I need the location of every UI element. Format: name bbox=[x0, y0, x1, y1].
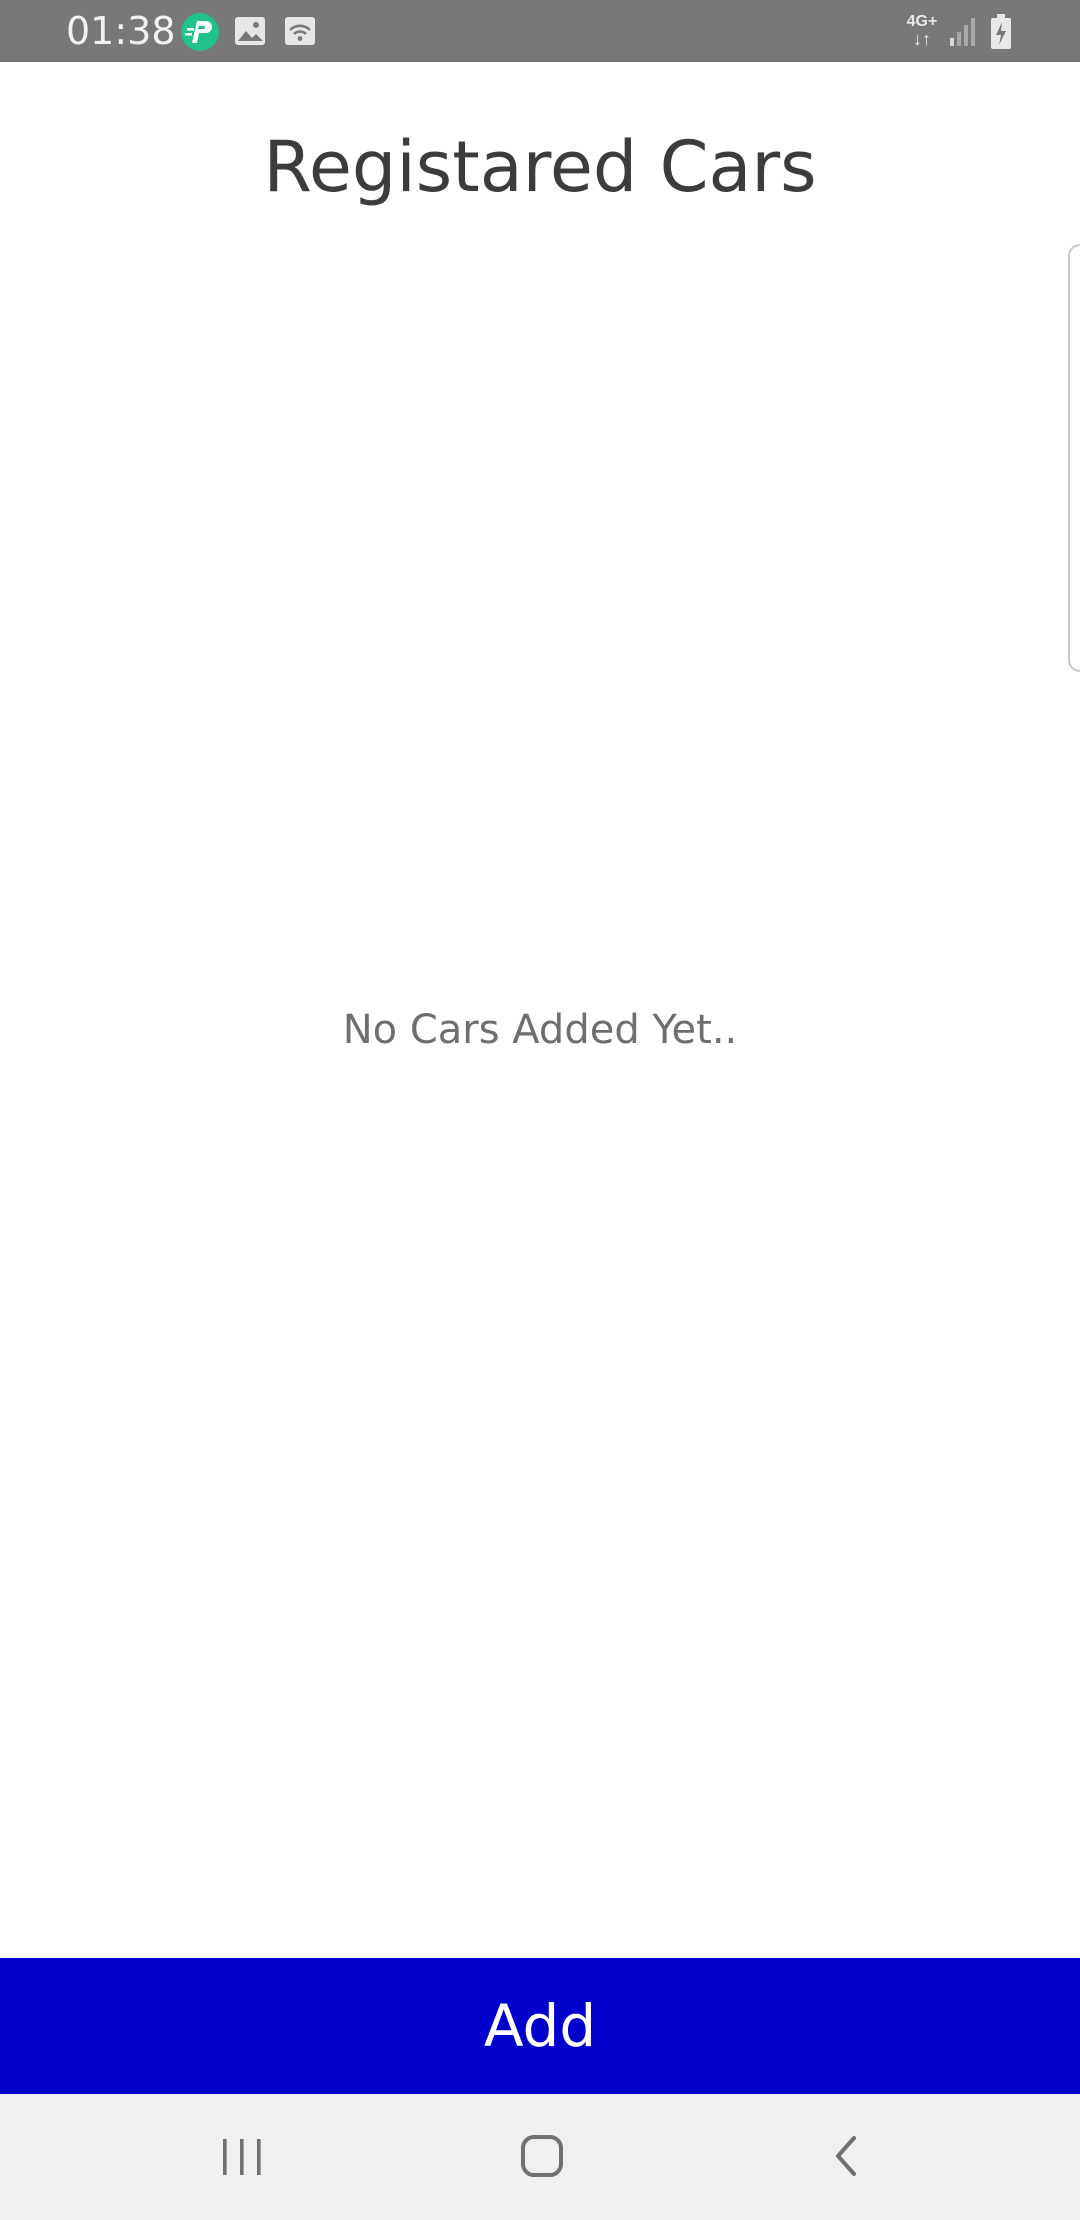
signal-icon bbox=[948, 16, 978, 48]
edge-panel-handle[interactable] bbox=[1068, 244, 1080, 672]
gallery-icon bbox=[234, 16, 266, 46]
app-notification-icon bbox=[180, 12, 220, 52]
add-button-label: Add bbox=[483, 1992, 597, 2060]
recent-apps-icon[interactable] bbox=[212, 2132, 272, 2182]
network-arrows: ↓↑ bbox=[913, 29, 931, 49]
page-title: Registared Cars bbox=[263, 126, 817, 208]
navigation-bar bbox=[0, 2094, 1080, 2220]
network-4g-icon: 4G+ ↓↑ bbox=[904, 13, 940, 49]
back-icon[interactable] bbox=[816, 2132, 876, 2182]
status-bar: 01:38 4G+ ↓↑ bbox=[0, 0, 1080, 62]
add-car-button[interactable]: Add bbox=[0, 1958, 1080, 2094]
battery-charging-icon bbox=[990, 14, 1012, 50]
empty-state-message: No Cars Added Yet.. bbox=[342, 1007, 738, 1053]
cast-icon bbox=[284, 16, 316, 46]
home-icon[interactable] bbox=[512, 2132, 572, 2182]
network-label: 4G+ bbox=[906, 13, 938, 30]
status-time: 01:38 bbox=[66, 9, 176, 53]
